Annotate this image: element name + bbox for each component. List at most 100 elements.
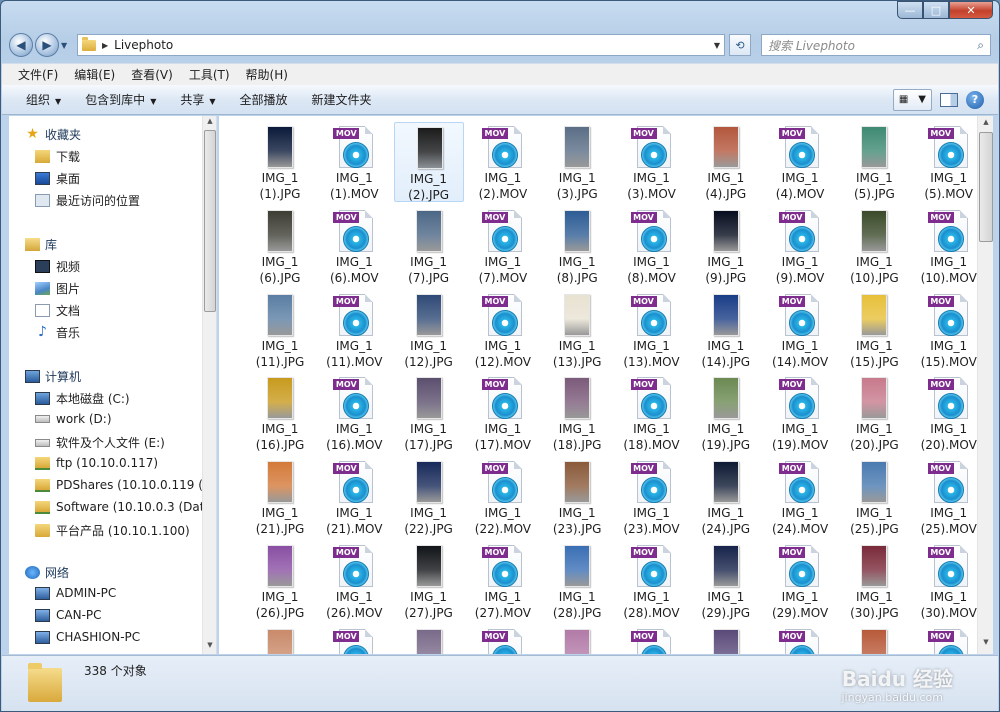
address-bar[interactable]: ▶ Livephoto ▼ [77, 34, 725, 56]
file-item[interactable]: MOV IMG_1 (6).MOV [319, 206, 389, 286]
file-item[interactable]: MOV IMG_1 (12).MOV [468, 290, 538, 370]
preview-pane-icon[interactable] [940, 92, 958, 107]
file-item[interactable]: IMG_1 (20).JPG [839, 373, 909, 453]
file-item[interactable]: MOV IMG_1 (2).MOV [468, 122, 538, 202]
file-item[interactable]: MOV IMG_1 (1).MOV [319, 122, 389, 202]
file-item[interactable]: MOV IMG_1 (5).MOV [914, 122, 977, 202]
file-item[interactable]: MOV IMG_1 (23).MOV [617, 457, 687, 537]
back-button[interactable]: ◀ [9, 33, 33, 57]
change-view-button[interactable]: ▦ ▼ [892, 88, 932, 111]
nav-item-admin-pc[interactable]: ADMIN-PC [35, 586, 205, 600]
file-item[interactable]: IMG_1 (22).JPG [394, 457, 464, 537]
scroll-up-icon[interactable]: ▲ [203, 117, 216, 129]
file-item[interactable]: MOV IMG_1 (29).MOV [765, 541, 835, 621]
menu-item[interactable]: 文件(F) [12, 64, 64, 85]
file-item[interactable]: MOV IMG_1 (16).MOV [319, 373, 389, 453]
command-button[interactable]: 包含到库中 ▼ [77, 87, 164, 112]
nav-item-platform[interactable]: 平台产品 (10.10.1.100) [35, 522, 205, 539]
file-item[interactable]: MOV IMG_1 (15).MOV [914, 290, 977, 370]
file-item[interactable]: MOV IMG_1 (28).MOV [617, 541, 687, 621]
command-button[interactable]: 新建文件夹 [304, 87, 380, 112]
search-icon[interactable]: ⌕ [977, 38, 984, 53]
file-item[interactable]: MOV IMG_1 (19).MOV [765, 373, 835, 453]
breadcrumb-folder[interactable]: Livephoto [114, 38, 173, 52]
file-item[interactable] [839, 625, 909, 654]
file-item[interactable]: IMG_1 (30).JPG [839, 541, 909, 621]
file-item[interactable]: MOV IMG_1 (21).MOV [319, 457, 389, 537]
file-item[interactable]: IMG_1 (8).JPG [542, 206, 612, 286]
file-item[interactable]: IMG_1 (6).JPG [245, 206, 315, 286]
recent-pages-dropdown[interactable]: ▼ [61, 41, 73, 50]
file-item[interactable]: IMG_1 (5).JPG [839, 122, 909, 202]
file-item[interactable]: MOV [468, 625, 538, 654]
file-item[interactable]: MOV [319, 625, 389, 654]
nav-group-favorites[interactable]: ★ 收藏夹 [25, 126, 81, 143]
nav-group-network[interactable]: 网络 [25, 564, 69, 581]
nav-item-pictures[interactable]: 图片 [35, 280, 205, 297]
menu-item[interactable]: 查看(V) [125, 64, 179, 85]
scroll-down-icon[interactable]: ▼ [978, 638, 994, 652]
content-scrollbar[interactable]: ▲ ▼ [977, 116, 993, 654]
file-item[interactable]: MOV IMG_1 (27).MOV [468, 541, 538, 621]
minimize-button[interactable]: — [897, 1, 923, 19]
command-button[interactable]: 组织 ▼ [18, 87, 69, 112]
file-item[interactable] [394, 625, 464, 654]
breadcrumb-chevron-icon[interactable]: ▶ [102, 41, 108, 50]
file-item[interactable]: MOV IMG_1 (22).MOV [468, 457, 538, 537]
file-item[interactable]: MOV [617, 625, 687, 654]
content-scroll-thumb[interactable] [979, 132, 993, 242]
nav-item-drive-d[interactable]: work (D:) [35, 412, 205, 426]
nav-item-downloads[interactable]: 下载 [35, 148, 205, 165]
file-item[interactable] [245, 625, 315, 654]
file-item[interactable]: IMG_1 (24).JPG [691, 457, 761, 537]
nav-item-music[interactable]: ♪ 音乐 [35, 324, 205, 341]
file-item[interactable]: IMG_1 (12).JPG [394, 290, 464, 370]
file-item[interactable]: IMG_1 (26).JPG [245, 541, 315, 621]
command-button[interactable]: 全部播放 [232, 87, 296, 112]
nav-item-documents[interactable]: 文档 [35, 302, 205, 319]
scroll-up-icon[interactable]: ▲ [978, 118, 994, 132]
forward-button[interactable]: ▶ [35, 33, 59, 57]
file-item[interactable]: IMG_1 (1).JPG [245, 122, 315, 202]
file-item[interactable]: IMG_1 (3).JPG [542, 122, 612, 202]
nav-item-drive-c[interactable]: 本地磁盘 (C:) [35, 390, 205, 407]
file-item[interactable]: MOV IMG_1 (11).MOV [319, 290, 389, 370]
file-item[interactable]: MOV IMG_1 (10).MOV [914, 206, 977, 286]
nav-item-videos[interactable]: 视频 [35, 258, 205, 275]
file-item[interactable]: MOV IMG_1 (17).MOV [468, 373, 538, 453]
file-item[interactable]: MOV IMG_1 (25).MOV [914, 457, 977, 537]
file-item[interactable] [691, 625, 761, 654]
nav-item-drive-e[interactable]: 软件及个人文件 (E:) [35, 434, 205, 451]
file-item[interactable]: IMG_1 (4).JPG [691, 122, 761, 202]
file-item[interactable]: MOV IMG_1 (20).MOV [914, 373, 977, 453]
nav-group-libraries[interactable]: 库 [25, 236, 57, 253]
file-item[interactable]: IMG_1 (15).JPG [839, 290, 909, 370]
file-item[interactable]: IMG_1 (27).JPG [394, 541, 464, 621]
nav-group-computer[interactable]: 计算机 [25, 368, 81, 385]
file-item[interactable]: MOV IMG_1 (8).MOV [617, 206, 687, 286]
file-item[interactable]: IMG_1 (7).JPG [394, 206, 464, 286]
nav-item-recent[interactable]: 最近访问的位置 [35, 192, 205, 209]
file-item[interactable]: MOV IMG_1 (7).MOV [468, 206, 538, 286]
menu-item[interactable]: 编辑(E) [68, 64, 121, 85]
file-item[interactable]: IMG_1 (29).JPG [691, 541, 761, 621]
nav-item-can-pc[interactable]: CAN-PC [35, 608, 205, 622]
nav-scroll-thumb[interactable] [204, 130, 216, 312]
view-dropdown-icon[interactable]: ▼ [913, 94, 931, 105]
nav-item-ftp[interactable]: ftp (10.10.0.117) [35, 456, 205, 470]
file-item[interactable]: IMG_1 (18).JPG [542, 373, 612, 453]
file-item[interactable]: MOV IMG_1 (26).MOV [319, 541, 389, 621]
file-item[interactable]: MOV IMG_1 (9).MOV [765, 206, 835, 286]
menu-item[interactable]: 帮助(H) [240, 64, 294, 85]
file-item[interactable]: IMG_1 (25).JPG [839, 457, 909, 537]
nav-scrollbar[interactable]: ▲ ▼ [202, 116, 216, 654]
maximize-button[interactable]: □ [923, 1, 949, 19]
file-item[interactable]: MOV IMG_1 (18).MOV [617, 373, 687, 453]
file-item[interactable] [542, 625, 612, 654]
nav-item-pdshares[interactable]: PDShares (10.10.0.119 (Pro [35, 478, 205, 492]
refresh-button[interactable]: ⟲ [729, 34, 751, 56]
nav-item-desktop[interactable]: 桌面 [35, 170, 205, 187]
menu-item[interactable]: 工具(T) [183, 64, 236, 85]
search-input[interactable]: 搜索 Livephoto ⌕ [761, 34, 991, 56]
scroll-down-icon[interactable]: ▼ [203, 641, 216, 653]
